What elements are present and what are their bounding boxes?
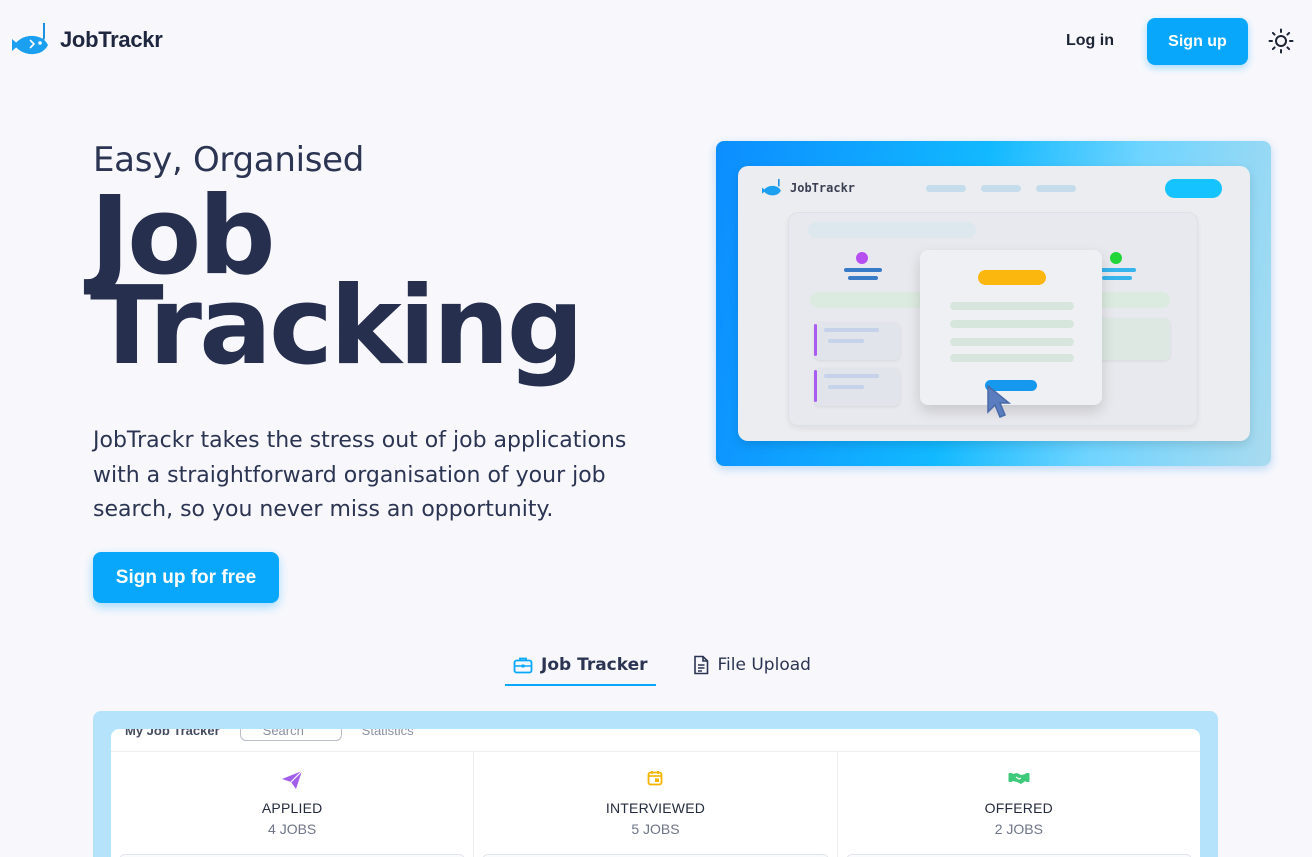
login-link[interactable]: Log in — [1066, 28, 1114, 54]
signup-free-button[interactable]: Sign up for free — [93, 552, 279, 603]
brand-name: JobTrackr — [60, 27, 163, 52]
illustration-brand: JobTrackr — [790, 181, 856, 195]
illustration-modal — [920, 250, 1102, 405]
board-title: My Job Tracker — [125, 729, 220, 738]
illustration-nav-line — [981, 185, 1021, 192]
illustration-dot-green — [1110, 252, 1122, 264]
illustration-nav-line — [926, 185, 966, 192]
column-title: OFFERED — [984, 800, 1053, 816]
column-count: 5 JOBS — [631, 821, 680, 837]
illustration-field — [950, 320, 1074, 328]
tab-label: Job Tracker — [541, 655, 648, 675]
site-header: JobTrackr Log in Sign up — [0, 0, 1312, 82]
job-tracker-preview: My Job Tracker Search Statistics APPLIED… — [93, 711, 1218, 857]
column-title: INTERVIEWED — [605, 800, 706, 816]
fish-logo-icon — [12, 23, 48, 55]
cursor-icon — [987, 384, 1012, 418]
illustration-line — [1098, 268, 1136, 272]
illustration-nav-line — [1036, 185, 1076, 192]
column-offered: OFFERED 2 JOBS — [838, 752, 1200, 857]
tab-file-upload[interactable]: File Upload — [686, 646, 817, 686]
column-title: APPLIED — [261, 800, 323, 816]
illustration-line — [848, 276, 878, 280]
illustration-field — [950, 302, 1074, 310]
board-search-input[interactable]: Search — [239, 729, 342, 741]
theme-toggle[interactable] — [1266, 26, 1296, 56]
illustration-nav-button — [1165, 179, 1222, 198]
hero-title-line2: Tracking — [90, 264, 584, 389]
board-statistics-link[interactable]: Statistics — [362, 729, 414, 738]
hero-title: Job Tracking — [90, 183, 690, 389]
document-icon — [693, 655, 708, 675]
paper-plane-icon — [282, 770, 303, 789]
hero-illustration: JobTrackr — [716, 141, 1271, 466]
illustration-search-bar — [808, 222, 976, 238]
hero-description: JobTrackr takes the stress out of job ap… — [93, 428, 627, 522]
board-toolbar: My Job Tracker Search Statistics — [125, 729, 414, 741]
column-count: 4 JOBS — [268, 821, 317, 837]
fish-logo-icon — [762, 179, 781, 196]
illustration-dot-purple — [856, 252, 868, 264]
illustration-logo: JobTrackr — [760, 178, 855, 198]
tab-job-tracker[interactable]: Job Tracker — [505, 646, 656, 686]
brand-logo[interactable]: JobTrackr — [10, 20, 163, 60]
feature-tabs: Job Tracker File Upload — [505, 646, 817, 688]
illustration-card — [814, 368, 900, 406]
illustration-line — [1102, 276, 1132, 280]
calendar-icon — [648, 771, 663, 786]
tab-label: File Upload — [717, 655, 811, 675]
sun-icon — [1268, 28, 1294, 54]
illustration-field — [950, 338, 1074, 346]
board-columns: APPLIED 4 JOBS INTERVIEWED 5 JOBS OFFERE… — [111, 751, 1200, 857]
column-interviewed: INTERVIEWED 5 JOBS — [474, 752, 838, 857]
column-count: 2 JOBS — [994, 821, 1043, 837]
illustration-field — [950, 354, 1074, 362]
signup-button[interactable]: Sign up — [1147, 18, 1248, 65]
illustration-modal-title — [978, 270, 1046, 285]
illustration-line — [844, 268, 882, 272]
column-applied: APPLIED 4 JOBS — [111, 752, 475, 857]
briefcase-icon — [513, 657, 533, 674]
job-tracker-board: My Job Tracker Search Statistics APPLIED… — [111, 729, 1200, 857]
handshake-icon — [1008, 773, 1030, 784]
illustration-card — [814, 322, 900, 360]
